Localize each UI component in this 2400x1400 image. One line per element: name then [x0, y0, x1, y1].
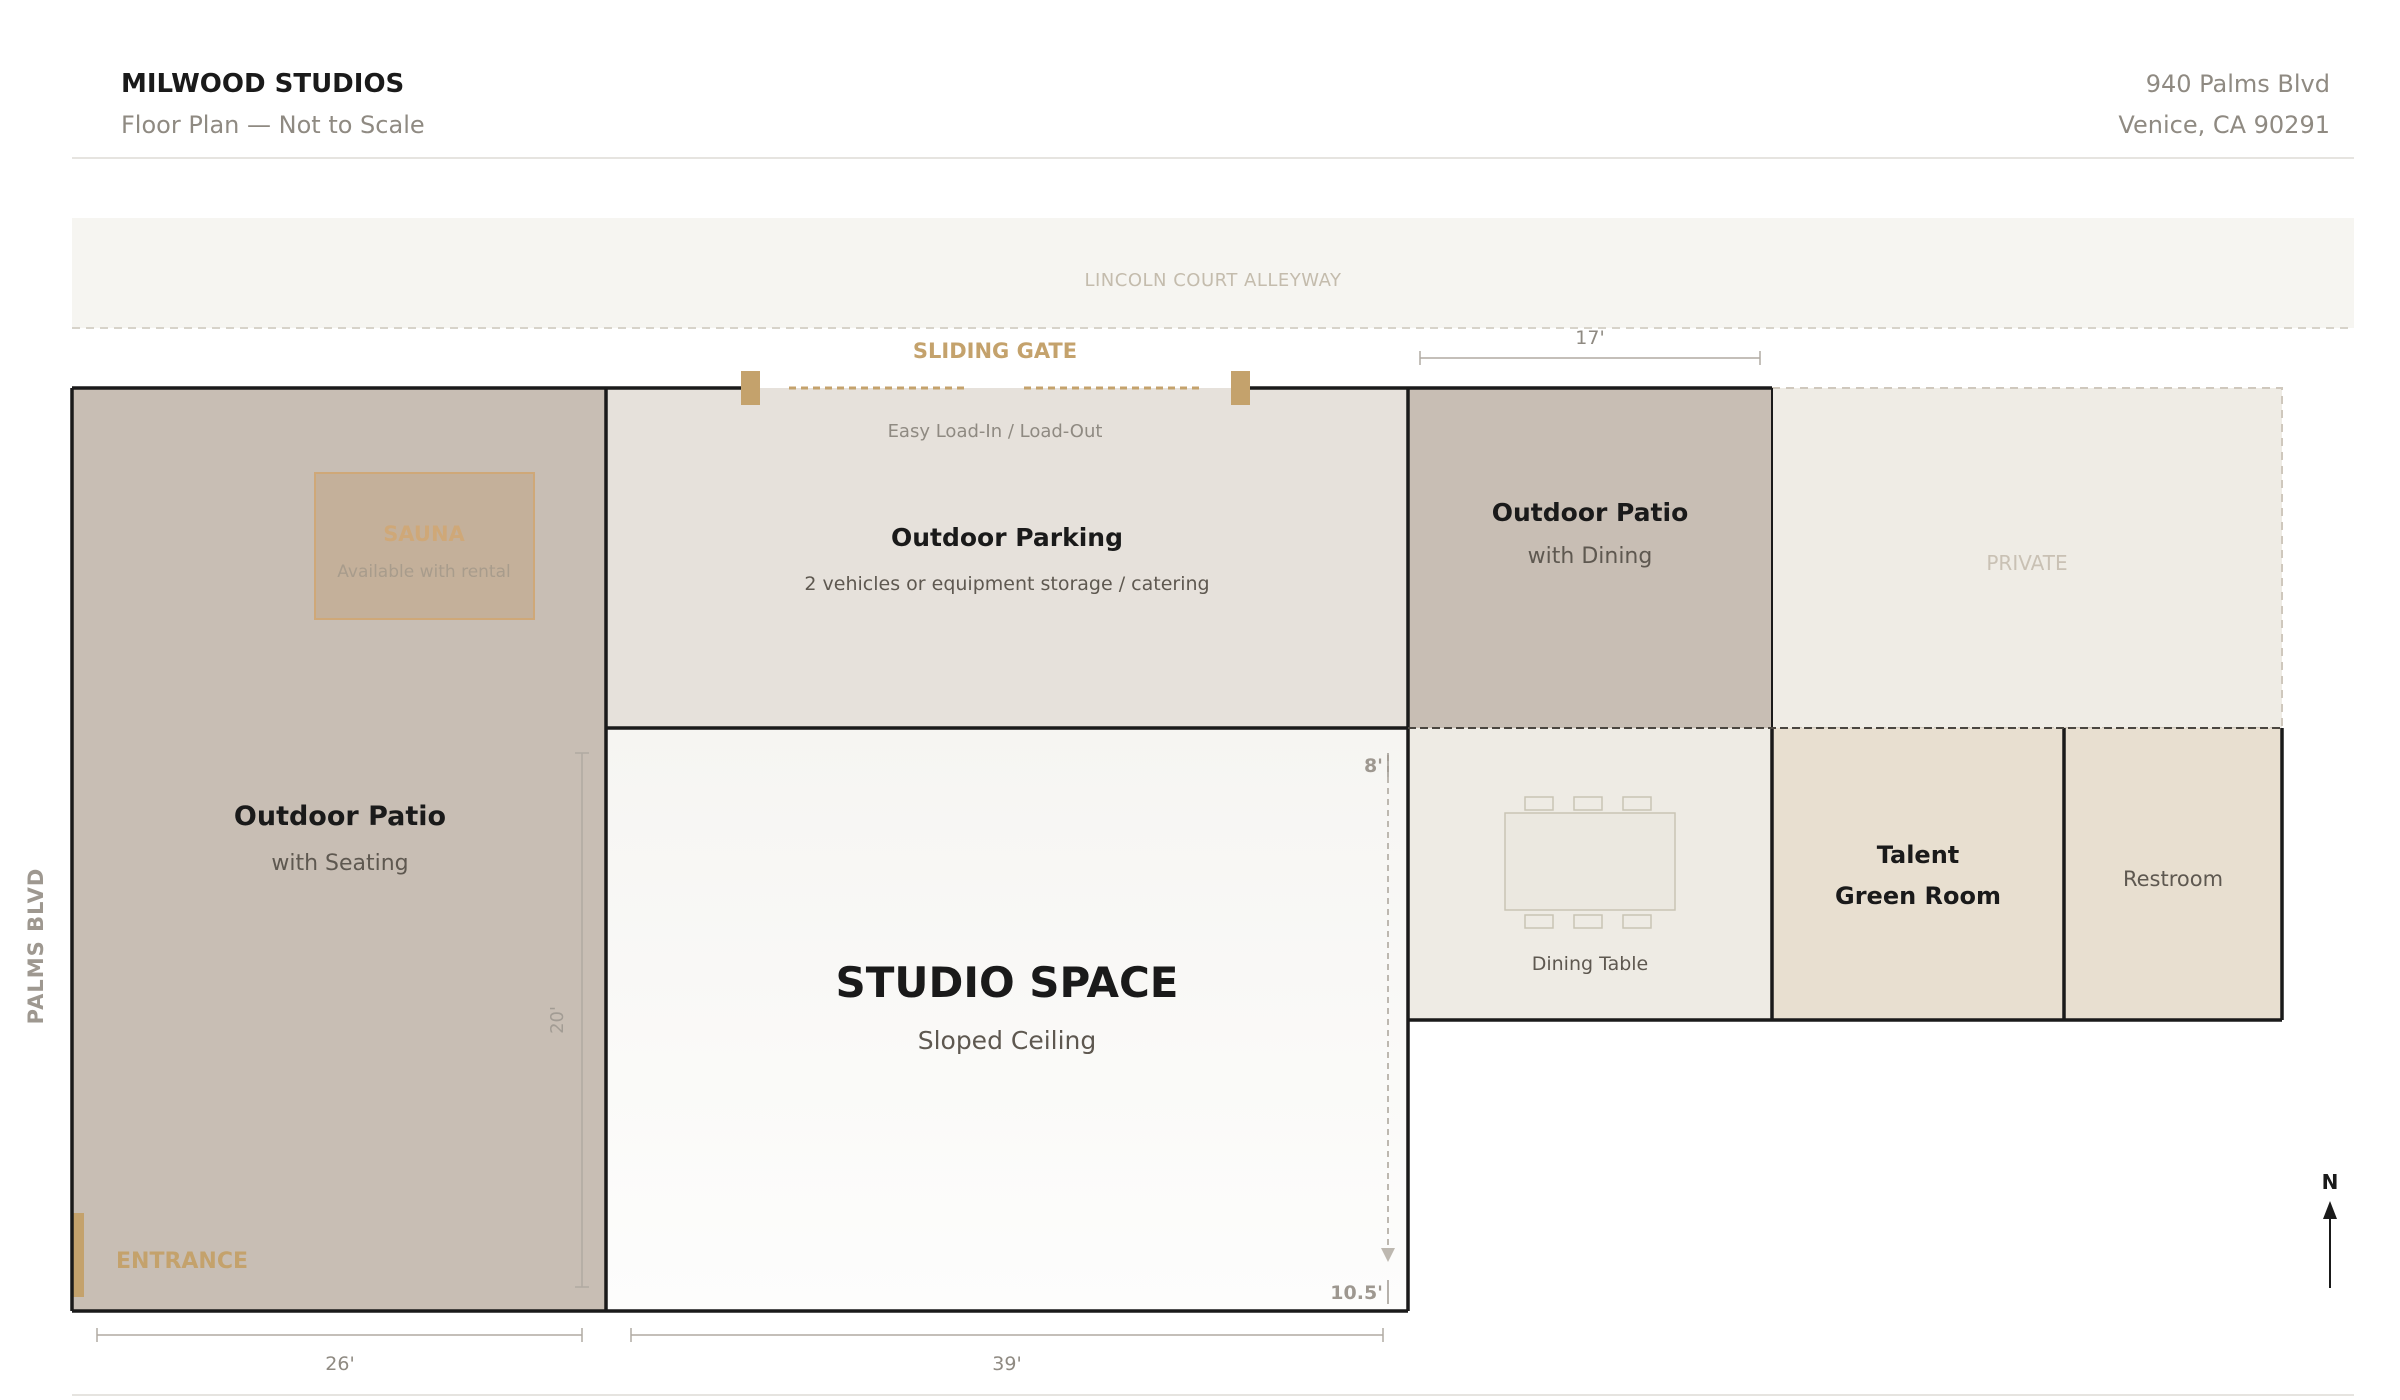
gate-note: Easy Load-In / Load-Out	[888, 421, 1103, 442]
address-line-2: Venice, CA 90291	[2118, 111, 2330, 139]
patio-north-title: Outdoor Patio	[1492, 498, 1689, 527]
dim-west-depth: 20'	[547, 1006, 568, 1034]
studio-title: STUDIO SPACE	[835, 958, 1178, 1007]
gate-post-left	[741, 371, 760, 405]
entrance-label: ENTRANCE	[116, 1249, 248, 1274]
sauna-subtitle: Available with rental	[337, 562, 510, 582]
parking-title: Outdoor Parking	[891, 523, 1123, 552]
entrance-door	[72, 1213, 84, 1297]
studio	[606, 728, 1408, 1311]
ceiling-high: 8'	[1364, 755, 1383, 777]
green-room	[1772, 728, 2064, 1020]
gate-post-right	[1231, 371, 1250, 405]
floor-plan: MILWOOD STUDIOS Floor Plan — Not to Scal…	[24, 69, 2354, 1396]
dim-studio-width: 39'	[992, 1353, 1021, 1375]
patio-north-subtitle: with Dining	[1528, 544, 1653, 569]
patio-west-title: Outdoor Patio	[234, 801, 446, 832]
ceiling-low: 10.5'	[1330, 1282, 1383, 1304]
patio-west-subtitle: with Seating	[271, 851, 408, 876]
plan-subtitle: Floor Plan — Not to Scale	[121, 111, 425, 139]
dining-table-icon	[1504, 812, 1676, 911]
dim-patio-north: 17'	[1575, 327, 1604, 349]
sauna	[314, 472, 535, 620]
green-room-line2: Green Room	[1835, 882, 2001, 910]
sauna-title: SAUNA	[383, 522, 465, 546]
green-room-line1: Talent	[1877, 841, 1960, 869]
side-street-label: PALMS BLVD	[24, 868, 48, 1025]
restroom-label: Restroom	[2123, 867, 2223, 891]
dining-table-label: Dining Table	[1532, 953, 1649, 975]
studio-subtitle: Sloped Ceiling	[918, 1026, 1097, 1055]
dim-west-width: 26'	[325, 1353, 354, 1375]
parking-subtitle: 2 vehicles or equipment storage / cateri…	[804, 573, 1209, 595]
address-line-1: 940 Palms Blvd	[2146, 70, 2330, 98]
alleyway-label: LINCOLN COURT ALLEYWAY	[1084, 270, 1342, 291]
gate-label: SLIDING GATE	[913, 339, 1077, 363]
compass-label: N	[2322, 1170, 2339, 1194]
studio-name: MILWOOD STUDIOS	[121, 69, 404, 99]
private-label: PRIVATE	[1986, 551, 2067, 575]
